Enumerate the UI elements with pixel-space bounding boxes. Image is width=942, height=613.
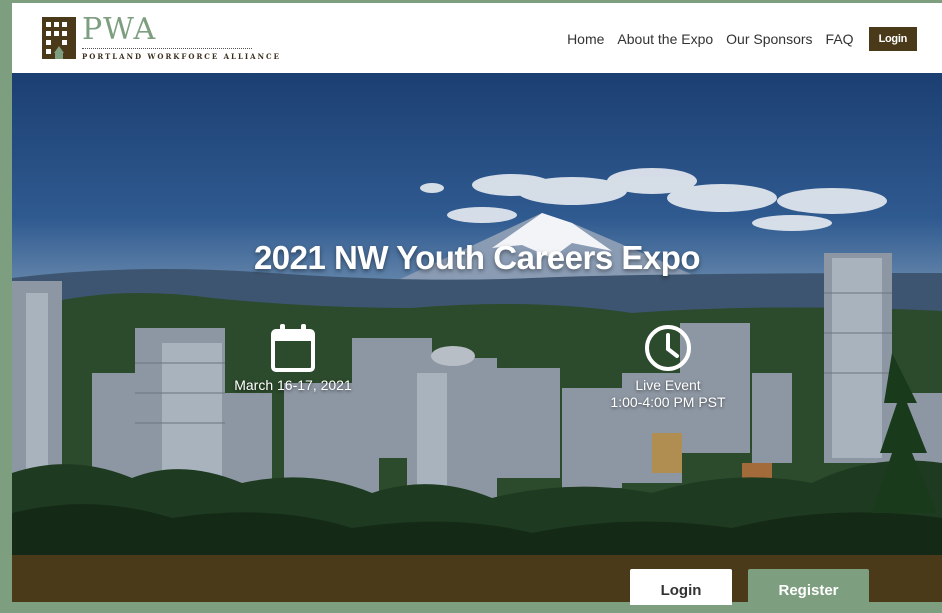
pwa-logo[interactable]: PWA PORTLAND WORKFORCE ALLIANCE xyxy=(42,12,279,63)
event-type: Live Event xyxy=(635,377,701,393)
calendar-icon xyxy=(271,324,315,372)
clock-icon xyxy=(645,325,691,371)
logo-subtitle: PORTLAND WORKFORCE ALLIANCE xyxy=(82,52,281,61)
register-button[interactable]: Register xyxy=(748,569,869,605)
header-login-button[interactable]: Login xyxy=(868,27,917,51)
logo-divider xyxy=(82,48,252,49)
event-time-block: Live Event 1:00-4:00 PM PST xyxy=(602,323,734,411)
nav-our-sponsors[interactable]: Our Sponsors xyxy=(726,31,812,47)
footer-login-button[interactable]: Login xyxy=(630,569,732,605)
event-date: March 16-17, 2021 xyxy=(234,377,352,393)
portland-skyline-image xyxy=(12,168,942,555)
nav-faq[interactable]: FAQ xyxy=(826,31,854,47)
main-nav: Home About the Expo Our Sponsors FAQ Log… xyxy=(554,27,917,51)
window-frame-left xyxy=(0,0,12,602)
event-date-block: March 16-17, 2021 xyxy=(227,323,359,394)
nav-home[interactable]: Home xyxy=(567,31,604,47)
event-time: 1:00-4:00 PM PST xyxy=(610,394,726,410)
building-logo-icon xyxy=(42,17,76,59)
hero-banner: 2021 NW Youth Careers Expo March 16-17, … xyxy=(12,73,942,555)
logo-title: PWA xyxy=(82,12,157,47)
nav-about-the-expo[interactable]: About the Expo xyxy=(617,31,713,47)
site-header: PWA PORTLAND WORKFORCE ALLIANCE Home Abo… xyxy=(12,3,942,73)
hero-title: 2021 NW Youth Careers Expo xyxy=(253,239,701,276)
action-bar: Login Register xyxy=(12,555,942,605)
